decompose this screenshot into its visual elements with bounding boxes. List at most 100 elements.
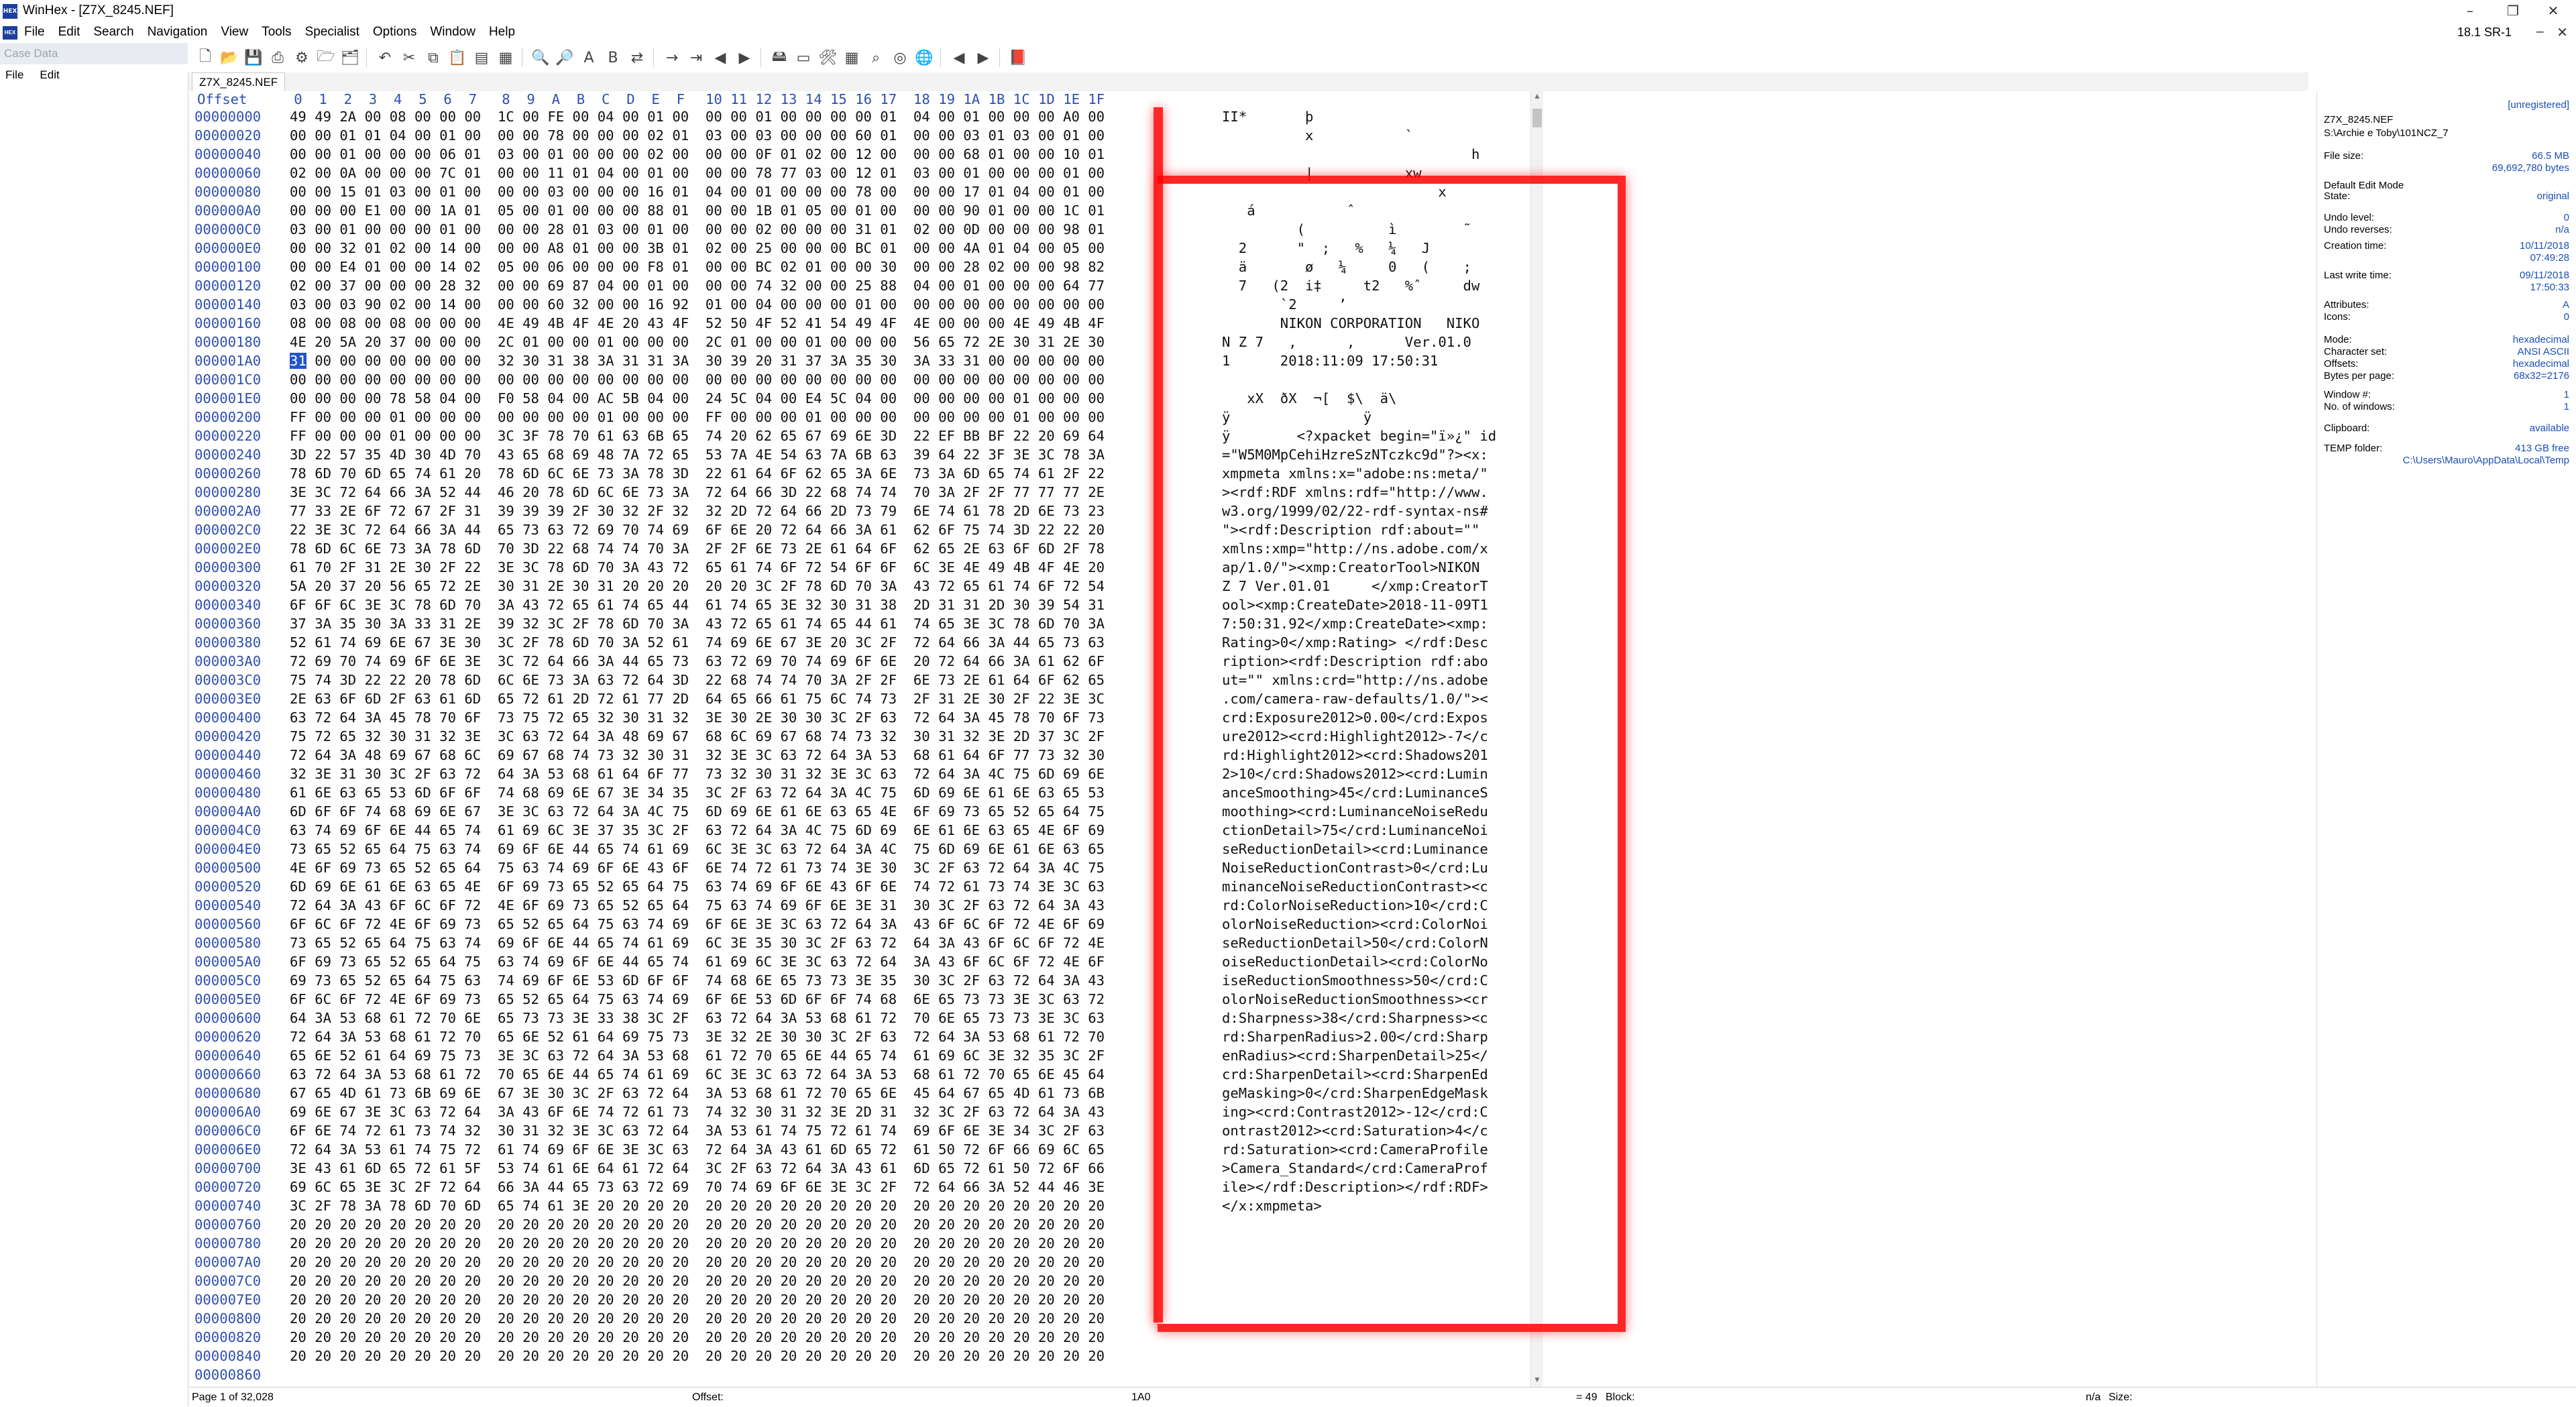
- help-book-icon[interactable]: 📕: [1007, 47, 1029, 68]
- menu-tools[interactable]: Tools: [262, 25, 291, 40]
- hex-row[interactable]: 63 72 64 3A 53 68 61 72 70 65 6E 44 65 7…: [290, 1065, 1105, 1084]
- back-icon[interactable]: ◀: [710, 47, 731, 68]
- hex-row[interactable]: 69 6E 67 3E 3C 63 72 64 3A 43 6F 6E 74 7…: [290, 1103, 1105, 1121]
- text-row[interactable]: II* þ: [1222, 107, 1496, 126]
- detail-value[interactable]: A: [2563, 299, 2569, 311]
- hex-row[interactable]: 00 00 00 00 00 00 00 00 00 00 00 00 00 0…: [290, 370, 1105, 389]
- hex-row[interactable]: 72 64 3A 53 68 61 72 70 65 6E 52 61 64 6…: [290, 1027, 1105, 1046]
- hex-row[interactable]: 08 00 08 00 08 00 00 00 4E 49 4B 4F 4E 2…: [290, 314, 1105, 333]
- case-menu-file[interactable]: File: [5, 68, 23, 82]
- hex-row[interactable]: 75 74 3D 22 22 20 78 6D 6C 6E 73 3A 63 7…: [290, 671, 1105, 689]
- detail-value[interactable]: C:\Users\Mauro\AppData\Local\Temp: [2403, 455, 2569, 466]
- minimize-icon[interactable]: –: [2450, 0, 2490, 23]
- hex-row[interactable]: FF 00 00 00 01 00 00 00 00 00 00 00 01 0…: [290, 408, 1105, 427]
- hex-row[interactable]: 61 70 2F 31 2E 30 2F 22 3E 3C 78 6D 70 3…: [290, 558, 1105, 577]
- hex-row[interactable]: 4E 6F 69 73 65 52 65 64 75 63 74 69 6F 6…: [290, 858, 1105, 877]
- hex-row[interactable]: 03 00 01 00 00 00 01 00 00 00 28 01 03 0…: [290, 220, 1105, 239]
- hex-row[interactable]: 63 72 64 3A 45 78 70 6F 73 75 72 65 32 3…: [290, 708, 1105, 727]
- detail-value[interactable]: 07:49:28: [2530, 252, 2569, 264]
- hex-row[interactable]: 73 65 52 65 64 75 63 74 69 6F 6E 44 65 7…: [290, 840, 1105, 858]
- hex-row[interactable]: 20 20 20 20 20 20 20 20 20 20 20 20 20 2…: [290, 1347, 1105, 1365]
- ram-icon[interactable]: ▭: [793, 47, 814, 68]
- hex-row[interactable]: 65 6E 52 61 64 69 75 73 3E 3C 63 72 64 3…: [290, 1046, 1105, 1065]
- text-row[interactable]: [1222, 1365, 1496, 1384]
- hex-row[interactable]: 00 00 00 00 78 58 04 00 F0 58 04 00 AC 5…: [290, 389, 1105, 408]
- detail-value[interactable]: original: [2537, 190, 2569, 202]
- hex-row[interactable]: 78 6D 6C 6E 73 3A 78 6D 70 3D 22 68 74 7…: [290, 539, 1105, 558]
- forward-icon[interactable]: ▶: [734, 47, 755, 68]
- hex-row[interactable]: 2E 63 6F 6D 2F 63 61 6D 65 72 61 2D 72 6…: [290, 689, 1105, 708]
- detail-value[interactable]: 0: [2564, 212, 2569, 223]
- find-text-icon[interactable]: 🔍: [530, 47, 551, 68]
- restore-icon[interactable]: ❐: [2493, 0, 2533, 23]
- hex-row[interactable]: 32 3E 31 30 3C 2F 63 72 64 3A 53 68 61 6…: [290, 765, 1105, 783]
- hex-row[interactable]: 20 20 20 20 20 20 20 20 20 20 20 20 20 2…: [290, 1234, 1105, 1253]
- hex-row[interactable]: 6F 6F 6C 3E 3C 78 6D 70 3A 43 72 65 61 7…: [290, 596, 1105, 614]
- hex-row[interactable]: 31 00 00 00 00 00 00 00 32 30 31 38 3A 3…: [290, 351, 1105, 370]
- hex-row[interactable]: 77 33 2E 6F 72 67 2F 31 39 39 39 2F 30 3…: [290, 502, 1105, 520]
- save-icon[interactable]: 💾: [243, 47, 264, 68]
- goto-offset-icon[interactable]: →: [661, 47, 683, 68]
- detail-value[interactable]: 09/11/2018: [2520, 270, 2569, 281]
- child-close-icon[interactable]: ✕: [2557, 24, 2568, 41]
- search-icon[interactable]: ⌕: [865, 47, 887, 68]
- hex-bytes[interactable]: 49 49 2A 00 08 00 00 00 1C 00 FE 00 04 0…: [290, 107, 1105, 1365]
- hex-row[interactable]: 72 69 70 74 69 6F 6E 3E 3C 72 64 66 3A 4…: [290, 652, 1105, 671]
- find-again-icon[interactable]: ⇄: [626, 47, 648, 68]
- hex-row[interactable]: 63 74 69 6F 6E 44 65 74 61 69 6C 3E 37 3…: [290, 821, 1105, 840]
- cut-icon[interactable]: ✂: [398, 47, 420, 68]
- detail-value[interactable]: hexadecimal: [2513, 334, 2569, 345]
- hex-row[interactable]: 78 6D 70 6D 65 74 61 20 78 6D 6C 6E 73 3…: [290, 464, 1105, 483]
- hex-row[interactable]: 00 00 01 00 00 00 06 01 03 00 01 00 00 0…: [290, 145, 1105, 164]
- goto-sector-icon[interactable]: ⇥: [685, 47, 707, 68]
- hex-row[interactable]: 37 3A 35 30 3A 33 31 2E 39 32 3C 2F 78 6…: [290, 614, 1105, 633]
- detail-value[interactable]: 69,692,780 bytes: [2492, 162, 2569, 174]
- write-block-icon[interactable]: ▦: [495, 47, 516, 68]
- hex-row[interactable]: 67 65 4D 61 73 6B 69 6E 67 3E 30 3C 2F 6…: [290, 1084, 1105, 1103]
- detail-value[interactable]: n/a: [2555, 224, 2569, 235]
- gallery-icon[interactable]: ◎: [889, 47, 911, 68]
- replace-text-icon[interactable]: A: [578, 47, 600, 68]
- menu-window[interactable]: Window: [430, 25, 475, 40]
- hex-row[interactable]: 73 65 52 65 64 75 63 74 69 6F 6E 44 65 7…: [290, 934, 1105, 952]
- tab-z7x-8245[interactable]: Z7X_8245.NEF: [192, 72, 286, 92]
- hex-row[interactable]: 00 00 E4 01 00 00 14 02 05 00 06 00 00 0…: [290, 258, 1105, 276]
- hex-row[interactable]: 20 20 20 20 20 20 20 20 20 20 20 20 20 2…: [290, 1272, 1105, 1290]
- close-icon[interactable]: ✕: [2533, 0, 2573, 23]
- hex-row[interactable]: 72 64 3A 48 69 67 68 6C 69 67 68 74 73 3…: [290, 746, 1105, 765]
- open-folder-icon[interactable]: 🗁: [315, 47, 337, 68]
- undo-icon[interactable]: ↶: [374, 47, 396, 68]
- child-minimize-icon[interactable]: –: [2536, 24, 2544, 40]
- properties-icon[interactable]: ⚙: [291, 47, 313, 68]
- copy-block-icon[interactable]: ▤: [471, 47, 492, 68]
- text-row[interactable]: h: [1222, 145, 1496, 164]
- hex-row[interactable]: FF 00 00 00 01 00 00 00 3C 3F 78 70 61 6…: [290, 427, 1105, 445]
- menu-view[interactable]: View: [221, 25, 248, 40]
- hex-row[interactable]: 6D 69 6E 61 6E 63 65 4E 6F 69 73 65 52 6…: [290, 877, 1105, 896]
- hex-row[interactable]: 6F 69 73 65 52 65 64 75 63 74 69 6F 6E 4…: [290, 952, 1105, 971]
- hex-row[interactable]: 6D 6F 6F 74 68 69 6E 67 3E 3C 63 72 64 3…: [290, 802, 1105, 821]
- hex-row[interactable]: 6F 6C 6F 72 4E 6F 69 73 65 52 65 64 75 6…: [290, 915, 1105, 934]
- calculator-icon[interactable]: ▦: [841, 47, 862, 68]
- hex-row[interactable]: 75 72 65 32 30 31 32 3E 3C 63 72 64 3A 4…: [290, 727, 1105, 746]
- detail-value[interactable]: available: [2530, 423, 2569, 434]
- hex-row[interactable]: 20 20 20 20 20 20 20 20 20 20 20 20 20 2…: [290, 1290, 1105, 1309]
- hex-row[interactable]: 72 64 3A 43 6F 6C 6F 72 4E 6F 69 73 65 5…: [290, 896, 1105, 915]
- hex-row[interactable]: 02 00 0A 00 00 00 7C 01 00 00 11 01 04 0…: [290, 164, 1105, 182]
- open-file-icon[interactable]: 📂: [219, 47, 240, 68]
- web-icon[interactable]: 🌐: [913, 47, 935, 68]
- previous-icon[interactable]: ◀: [948, 47, 970, 68]
- hex-row[interactable]: 69 6C 65 3E 3C 2F 72 64 66 3A 44 65 73 6…: [290, 1178, 1105, 1196]
- hex-row[interactable]: 6F 6C 6F 72 4E 6F 69 73 65 52 65 64 75 6…: [290, 990, 1105, 1009]
- text-row[interactable]: [1222, 1347, 1496, 1365]
- detail-value[interactable]: ANSI ASCII: [2517, 346, 2569, 357]
- cursor-byte[interactable]: 31: [290, 353, 306, 369]
- hex-row[interactable]: 64 3A 53 68 61 72 70 6E 65 73 73 3E 33 3…: [290, 1009, 1105, 1027]
- hex-row[interactable]: 61 6E 63 65 53 6D 6F 6F 74 68 69 6E 67 3…: [290, 783, 1105, 802]
- hex-row[interactable]: 6F 6E 74 72 61 73 74 32 30 31 32 3E 3C 6…: [290, 1121, 1105, 1140]
- hex-row[interactable]: 00 00 00 E1 00 00 1A 01 05 00 01 00 00 0…: [290, 201, 1105, 220]
- print-icon[interactable]: ⎙: [267, 47, 288, 68]
- scroll-down-icon[interactable]: ▼: [1531, 1375, 1543, 1387]
- scroll-up-icon[interactable]: ▲: [1531, 91, 1543, 103]
- hex-row[interactable]: 00 00 32 01 02 00 14 00 00 00 A8 01 00 0…: [290, 239, 1105, 258]
